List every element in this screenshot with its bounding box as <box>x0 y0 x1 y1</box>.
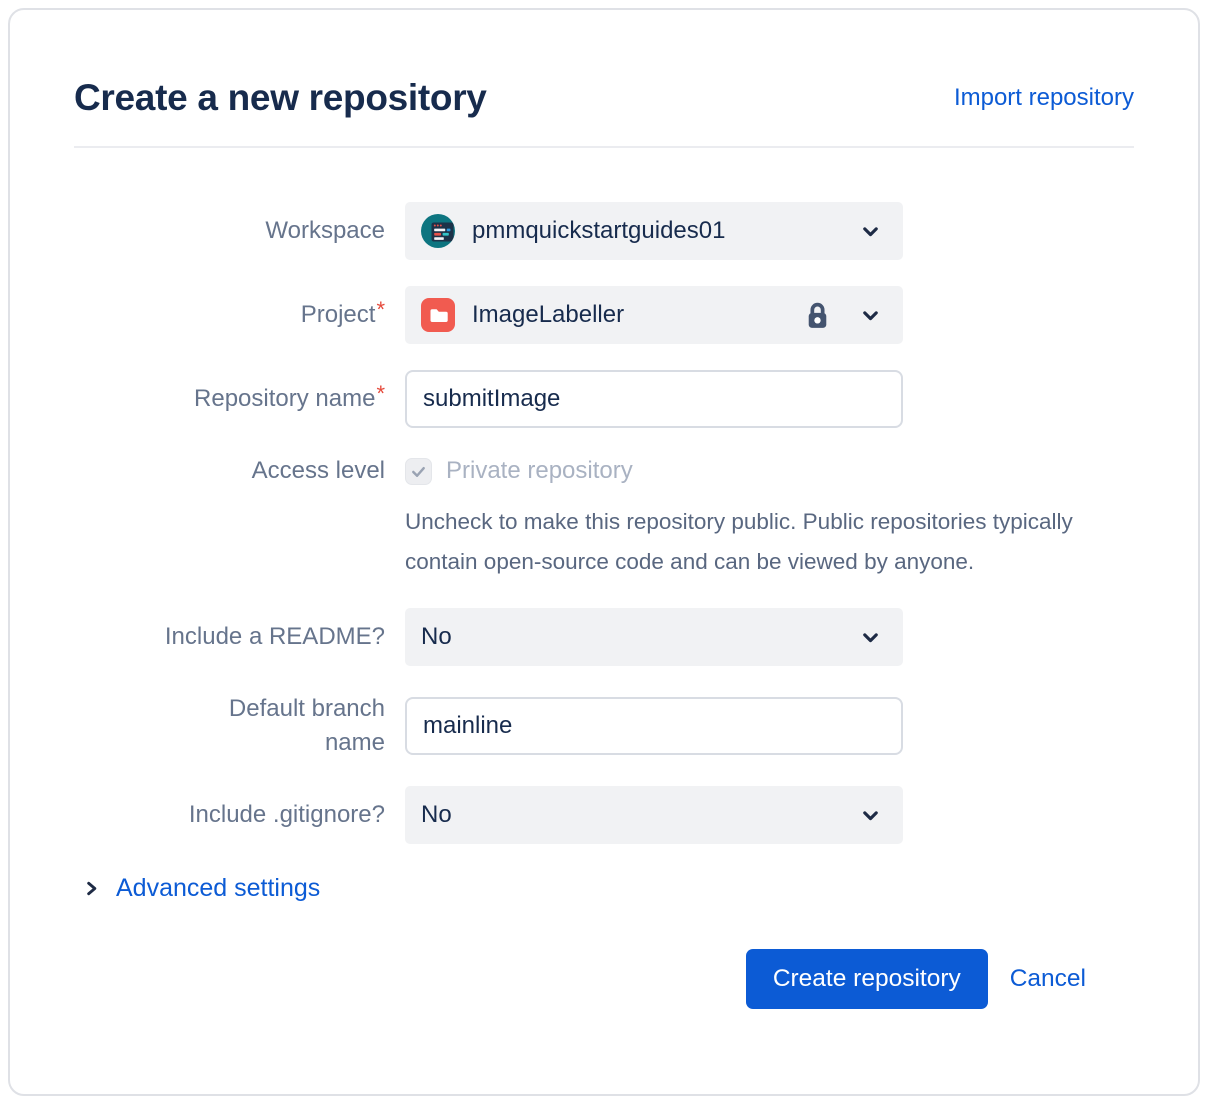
create-repository-dialog: Create a new repository Import repositor… <box>8 8 1200 1096</box>
required-marker: * <box>376 381 385 406</box>
chevron-right-icon <box>82 879 101 898</box>
repository-name-label: Repository name* <box>74 382 385 416</box>
project-label: Project* <box>74 298 385 332</box>
include-readme-select[interactable]: No <box>405 608 903 666</box>
default-branch-input[interactable] <box>405 697 903 755</box>
create-repository-form: Workspace <box>74 202 1134 1009</box>
project-folder-icon <box>421 298 455 332</box>
lock-icon <box>803 300 832 331</box>
workspace-label: Workspace <box>74 214 385 248</box>
chevron-down-icon <box>858 625 883 650</box>
default-branch-row: Default branch name <box>74 692 1134 760</box>
include-gitignore-select[interactable]: No <box>405 786 903 844</box>
project-value: ImageLabeller <box>472 301 803 329</box>
workspace-select[interactable]: pmmquickstartguides01 <box>405 202 903 260</box>
chevron-down-icon <box>858 303 883 328</box>
dialog-footer: Create repository Cancel <box>74 949 1134 1009</box>
include-gitignore-row: Include .gitignore? No <box>74 786 1134 844</box>
header-divider <box>74 146 1134 148</box>
repository-name-row: Repository name* <box>74 370 1134 428</box>
create-repository-button[interactable]: Create repository <box>746 949 988 1009</box>
advanced-settings-toggle[interactable]: Advanced settings <box>82 874 320 903</box>
repository-name-input[interactable] <box>405 370 903 428</box>
include-gitignore-label: Include .gitignore? <box>74 798 385 832</box>
project-select[interactable]: ImageLabeller <box>405 286 903 344</box>
cancel-button[interactable]: Cancel <box>1010 965 1086 993</box>
import-repository-link[interactable]: Import repository <box>954 82 1134 114</box>
project-row: Project* ImageLabeller <box>74 286 1134 344</box>
access-level-help-text: Uncheck to make this repository public. … <box>405 502 1083 582</box>
advanced-settings-label: Advanced settings <box>116 874 320 903</box>
workspace-value: pmmquickstartguides01 <box>472 217 858 245</box>
private-repository-checkbox[interactable] <box>405 458 432 485</box>
include-readme-label: Include a README? <box>74 620 385 654</box>
workspace-row: Workspace <box>74 202 1134 260</box>
checkmark-icon <box>410 463 427 480</box>
include-gitignore-value: No <box>421 801 858 829</box>
access-level-row: Access level Private repository Uncheck … <box>74 454 1134 582</box>
dialog-header: Create a new repository Import repositor… <box>74 74 1134 122</box>
access-level-label: Access level <box>74 454 385 488</box>
private-repository-label: Private repository <box>446 457 633 485</box>
default-branch-label: Default branch name <box>74 692 385 760</box>
include-readme-row: Include a README? No <box>74 608 1134 666</box>
chevron-down-icon <box>858 803 883 828</box>
page-title: Create a new repository <box>74 74 487 122</box>
include-readme-value: No <box>421 623 858 651</box>
chevron-down-icon <box>858 219 883 244</box>
workspace-avatar <box>421 214 455 248</box>
required-marker: * <box>376 297 385 322</box>
